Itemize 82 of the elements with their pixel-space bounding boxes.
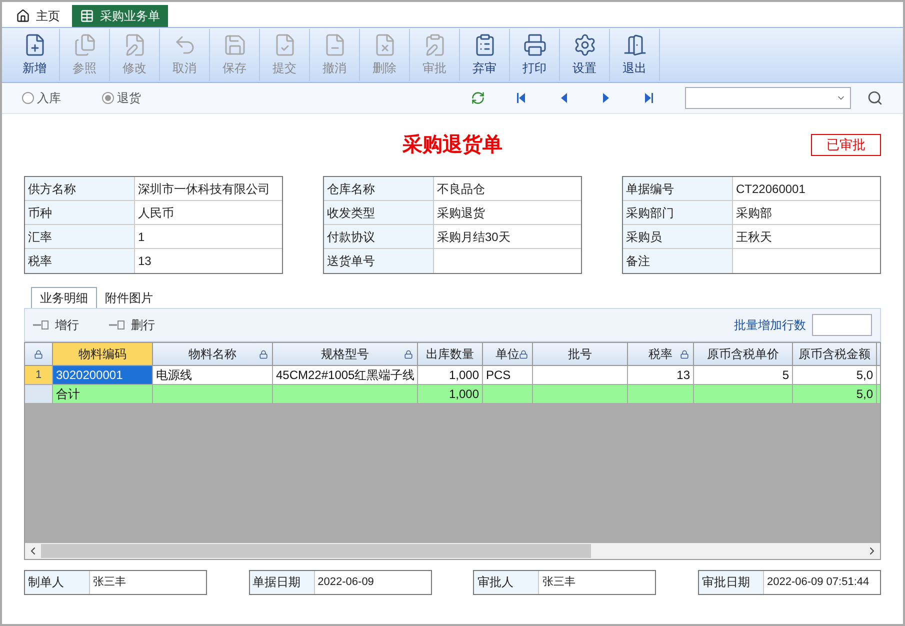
batch-rows-field[interactable] (812, 314, 872, 336)
field-label: 币种 (25, 201, 135, 224)
grid-action-button[interactable]: 增行 (33, 316, 79, 334)
field-value[interactable]: 采购退货 (434, 201, 581, 224)
lock-icon (519, 350, 528, 358)
lock-icon (404, 350, 413, 358)
field-label: 税率 (25, 249, 135, 273)
column-header[interactable]: 单位 (483, 343, 533, 365)
field-label: 仓库名称 (324, 177, 434, 200)
first-record-icon[interactable] (517, 92, 527, 104)
tab[interactable]: 业务明细 (31, 287, 97, 308)
field-value[interactable]: 采购月结30天 (434, 225, 581, 248)
field-label: 汇率 (25, 225, 135, 248)
column-header[interactable]: 出库数量 (418, 343, 483, 365)
last-record-icon[interactable] (643, 92, 653, 104)
previous-record-icon[interactable] (559, 92, 569, 104)
radio-label: 入库 (37, 90, 61, 107)
table-cell: 合计 (53, 385, 153, 403)
toolbar-button[interactable]: 弃审 (460, 29, 510, 81)
status-stamp: 已审批 (811, 134, 881, 156)
column-header[interactable]: 规格型号 (273, 343, 418, 365)
field-value[interactable]: 不良品仓 (434, 177, 581, 200)
field-label: 备注 (623, 249, 733, 273)
table-icon (80, 9, 94, 23)
field-label: 采购部门 (623, 201, 733, 224)
tab[interactable]: 采购业务单 (72, 5, 168, 27)
column-header[interactable]: 物料编码 (53, 343, 153, 365)
field-label: 单据编号 (623, 177, 733, 200)
files-icon (72, 33, 96, 57)
field-label: 付款协议 (324, 225, 434, 248)
refresh-icon[interactable] (471, 91, 485, 105)
table-cell: 5 (694, 366, 793, 384)
row-number: 1 (25, 366, 53, 384)
column-header[interactable]: 批号 (533, 343, 628, 365)
row-icon (109, 320, 125, 330)
column-header[interactable]: 原币含税单价 (694, 343, 793, 365)
form-title: 采购退货单 (402, 133, 502, 158)
horizontal-scrollbar[interactable] (25, 543, 880, 559)
column-header[interactable]: 物料名称 (153, 343, 273, 365)
field-label: 送货单号 (324, 249, 434, 273)
field-value[interactable]: 1 (135, 225, 282, 248)
batch-rows-label: 批量增加行数 (734, 317, 806, 334)
field-label: 收发类型 (324, 201, 434, 224)
next-record-icon[interactable] (601, 92, 611, 104)
grid-action-button[interactable]: 删行 (109, 316, 155, 334)
table-cell: 5,0 (793, 385, 877, 403)
field-value[interactable]: 13 (135, 249, 282, 273)
table-cell: 电源线 (153, 366, 273, 384)
field-value[interactable]: 人民币 (135, 201, 282, 224)
table-cell: 45CM22#1005红黑端子线 (273, 366, 418, 384)
radio-label: 退货 (117, 90, 141, 107)
field-value[interactable]: 深圳市一休科技有限公司 (135, 177, 282, 200)
toolbar-button[interactable]: 退出 (610, 29, 660, 81)
tab[interactable]: 附件图片 (97, 287, 161, 308)
field-label: 供方名称 (25, 177, 135, 200)
lock-icon (259, 350, 268, 358)
toolbar-button[interactable]: 设置 (560, 29, 610, 81)
field-value[interactable]: 王秋天 (733, 225, 880, 248)
field-label: 采购员 (623, 225, 733, 248)
radio-button[interactable] (22, 92, 34, 104)
settings-icon (572, 33, 596, 57)
table-cell: 3020200001 (53, 366, 153, 384)
table-cell: PCS (483, 366, 533, 384)
save-icon (222, 33, 246, 57)
field-value[interactable]: CT22060001 (733, 177, 880, 200)
toolbar-button[interactable]: 打印 (510, 29, 560, 81)
column-header[interactable]: 税率 (628, 343, 694, 365)
search-icon[interactable] (867, 90, 883, 106)
column-header[interactable]: 原币含税金额 (793, 343, 877, 365)
table-cell: 5,0 (793, 366, 877, 384)
field-value[interactable]: 采购部 (733, 201, 880, 224)
radio-button[interactable] (102, 92, 114, 104)
lock-icon (680, 350, 689, 358)
lock-icon (34, 350, 43, 358)
table-cell: 1,000 (418, 366, 483, 384)
row-icon (33, 320, 49, 330)
door-icon (622, 33, 646, 57)
toolbar-button[interactable]: 新增 (10, 29, 60, 81)
table-cell: 13 (628, 366, 694, 384)
table-cell: 1,000 (418, 385, 483, 403)
printer-icon (522, 33, 546, 57)
home-icon (16, 9, 30, 23)
